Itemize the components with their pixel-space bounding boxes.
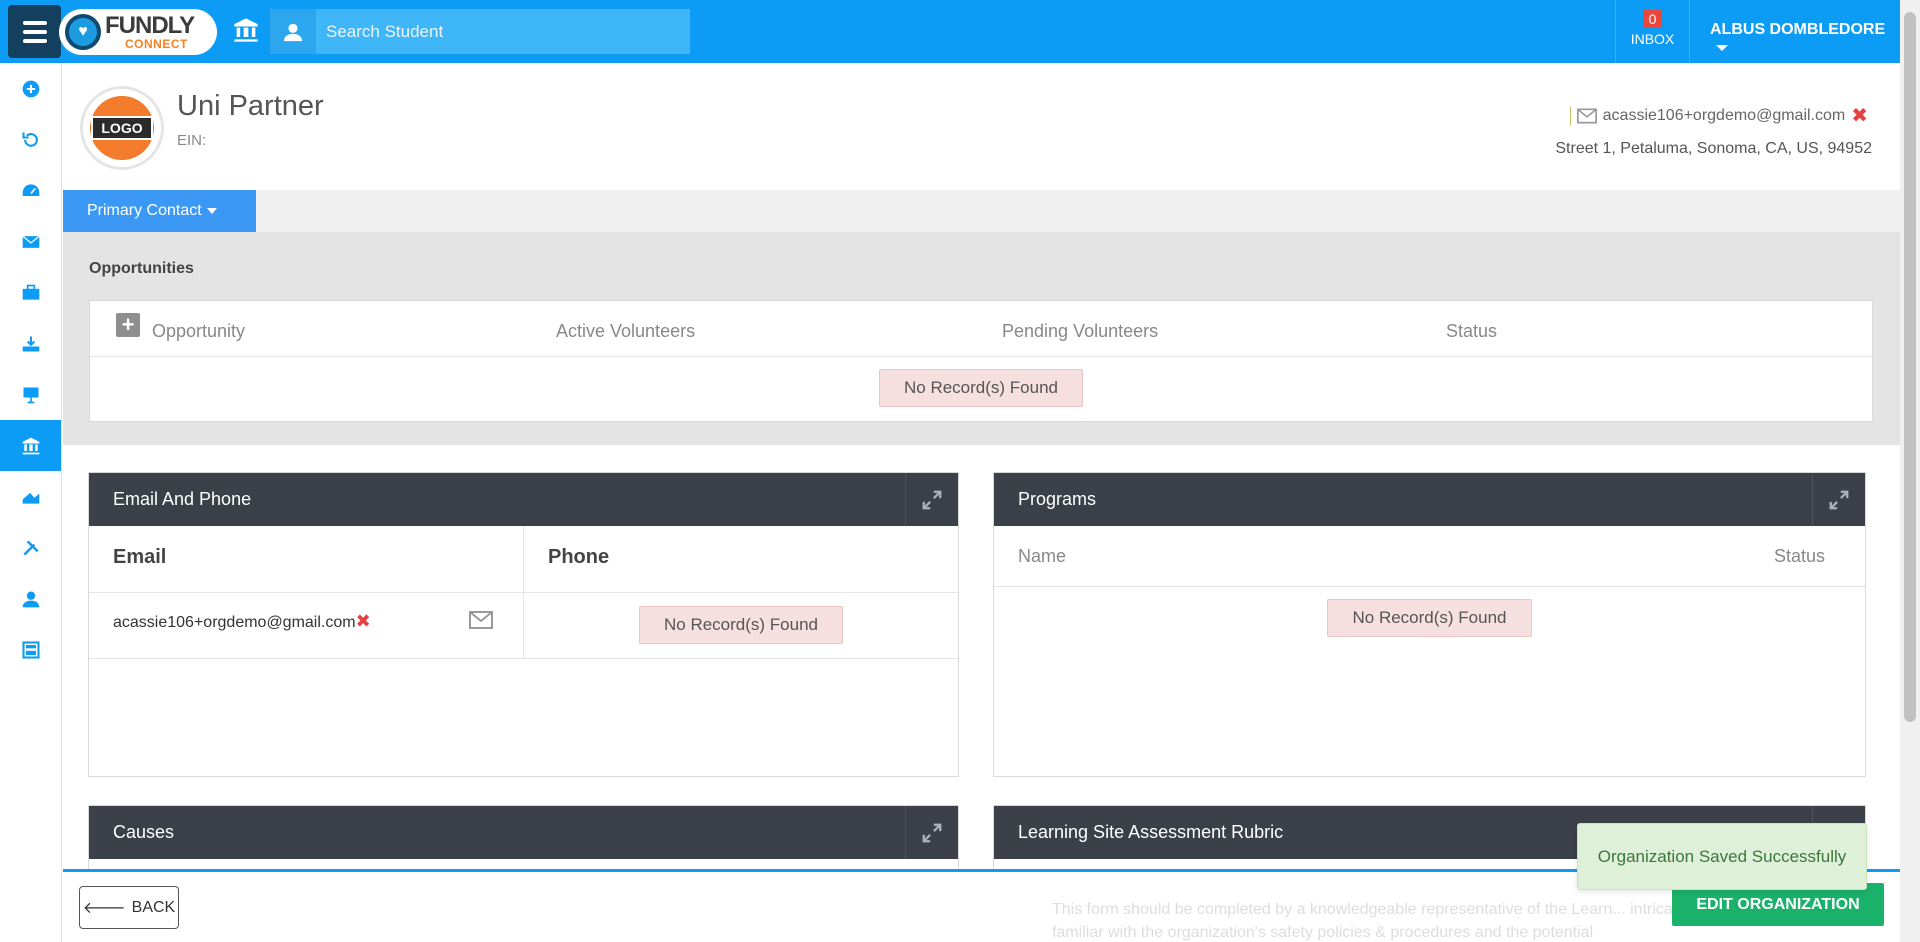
sidebar-item-tools[interactable] (0, 522, 61, 573)
sidebar-item-messages[interactable] (0, 216, 61, 267)
header-email-text[interactable]: acassie106+orgdemo@gmail.com (1603, 107, 1846, 125)
inbox-count-badge: 0 (1642, 10, 1663, 28)
email-phone-title: Email And Phone (113, 489, 252, 509)
sidebar-item-calculator[interactable] (0, 624, 61, 675)
sidebar-item-users[interactable] (0, 573, 61, 624)
fundly-logo[interactable]: ♥ FUNDLY CONNECT (59, 9, 217, 55)
sidebar-item-history[interactable] (0, 114, 61, 165)
sidebar-item-add[interactable] (0, 63, 61, 114)
tab-primary-contact-label: Primary Contact (87, 202, 202, 219)
logo-title: FUNDLY (105, 12, 195, 39)
programs-panel: Programs Name Status No Record(s) Found (993, 472, 1866, 777)
remove-email-icon[interactable]: ✖ (1851, 103, 1868, 128)
tools-icon (22, 539, 39, 556)
dashboard-icon (22, 183, 39, 196)
programs-status-column: Status (1773, 545, 1825, 566)
presentation-icon (23, 387, 38, 403)
remove-email-icon[interactable]: ✖ (356, 611, 371, 631)
email-phone-panel: Email And Phone Email Phone acassie106+o… (88, 472, 959, 777)
email-value[interactable]: acassie106+orgdemo@gmail.com (113, 614, 356, 631)
inbox-label: INBOX (1630, 31, 1675, 47)
user-icon (270, 9, 316, 54)
col-active-volunteers[interactable]: Active Volunteers (556, 321, 695, 342)
rubric-title: Learning Site Assessment Rubric (1018, 822, 1284, 842)
menu-toggle-button[interactable] (8, 5, 61, 58)
add-opportunity-icon[interactable]: + (116, 312, 140, 337)
search-student-input[interactable] (316, 9, 690, 54)
col-pending-volunteers[interactable]: Pending Volunteers (1002, 321, 1158, 342)
envelope-icon (1576, 108, 1597, 123)
briefcase-icon (22, 284, 39, 300)
sidebar-item-dashboard[interactable] (0, 165, 61, 216)
student-search (270, 9, 690, 54)
opportunities-title: Opportunities (89, 260, 194, 277)
expand-icon[interactable] (905, 473, 958, 526)
chart-icon (22, 492, 39, 504)
caret-down-icon (206, 208, 217, 214)
back-button[interactable]: 🡐 BACK (79, 886, 179, 929)
page-title: Uni Partner (177, 90, 324, 122)
bank-icon (22, 437, 39, 454)
header-contact-email: acassie106+orgdemo@gmail.com ✖ (1569, 103, 1868, 128)
expand-icon[interactable] (905, 806, 958, 859)
send-email-icon[interactable] (469, 611, 493, 629)
caret-down-icon (1716, 44, 1728, 51)
programs-name-column: Name (1018, 545, 1067, 566)
user-name: ALBUS DOMBLEDORE (1710, 21, 1886, 38)
col-opportunity[interactable]: Opportunity (152, 321, 245, 342)
sidebar-item-organizations[interactable] (0, 420, 61, 471)
email-column-header: Email (89, 526, 524, 592)
sidebar-item-reports[interactable] (0, 471, 61, 522)
user-menu-dropdown[interactable]: ALBUS DOMBLEDORE (1710, 21, 1900, 57)
no-records-message: No Record(s) Found (1327, 599, 1532, 637)
organization-address: Street 1, Petaluma, Sonoma, CA, US, 9495… (1555, 140, 1872, 157)
arrow-left-icon: 🡐 (82, 900, 126, 917)
opportunities-table: + Opportunity Active Volunteers Pending … (89, 300, 1873, 422)
calculator-icon (21, 640, 40, 659)
user-icon (22, 591, 39, 607)
back-label: BACK (131, 898, 176, 916)
sidebar-item-jobs[interactable] (0, 267, 61, 318)
logo-subtitle: CONNECT (125, 37, 188, 51)
top-navbar: ♥ FUNDLY CONNECT 0 INBOX ALBUS DOMBLEDOR… (0, 0, 1900, 63)
plus-circle-icon (22, 80, 39, 97)
sidebar-item-presentations[interactable] (0, 369, 61, 420)
no-records-message: No Record(s) Found (638, 606, 843, 644)
logo-text: LOGO (91, 116, 153, 140)
download-icon (22, 336, 39, 351)
causes-title: Causes (113, 822, 175, 842)
bank-icon[interactable] (232, 16, 260, 49)
heart-logo-icon: ♥ (65, 14, 101, 50)
tab-strip: Primary Contact (63, 190, 1900, 232)
organization-logo: LOGO (80, 86, 164, 170)
envelope-icon (21, 235, 40, 248)
programs-title: Programs (1018, 489, 1097, 509)
opportunities-section: Opportunities + Opportunity Active Volun… (63, 232, 1900, 445)
tab-primary-contact[interactable]: Primary Contact (63, 190, 256, 232)
inbox-button[interactable]: 0 INBOX (1615, 0, 1690, 63)
sidebar-item-downloads[interactable] (0, 318, 61, 369)
no-records-message: No Record(s) Found (878, 369, 1083, 407)
col-status[interactable]: Status (1446, 321, 1497, 342)
opportunities-header-row: + Opportunity Active Volunteers Pending … (90, 301, 1872, 357)
ein-label: EIN: (177, 132, 207, 149)
expand-icon[interactable] (1812, 473, 1865, 526)
page-scrollbar[interactable] (1900, 0, 1920, 942)
phone-column-header: Phone (548, 546, 610, 568)
sidebar (0, 63, 62, 942)
refresh-icon (21, 132, 38, 147)
success-toast: Organization Saved Successfully (1577, 823, 1867, 890)
